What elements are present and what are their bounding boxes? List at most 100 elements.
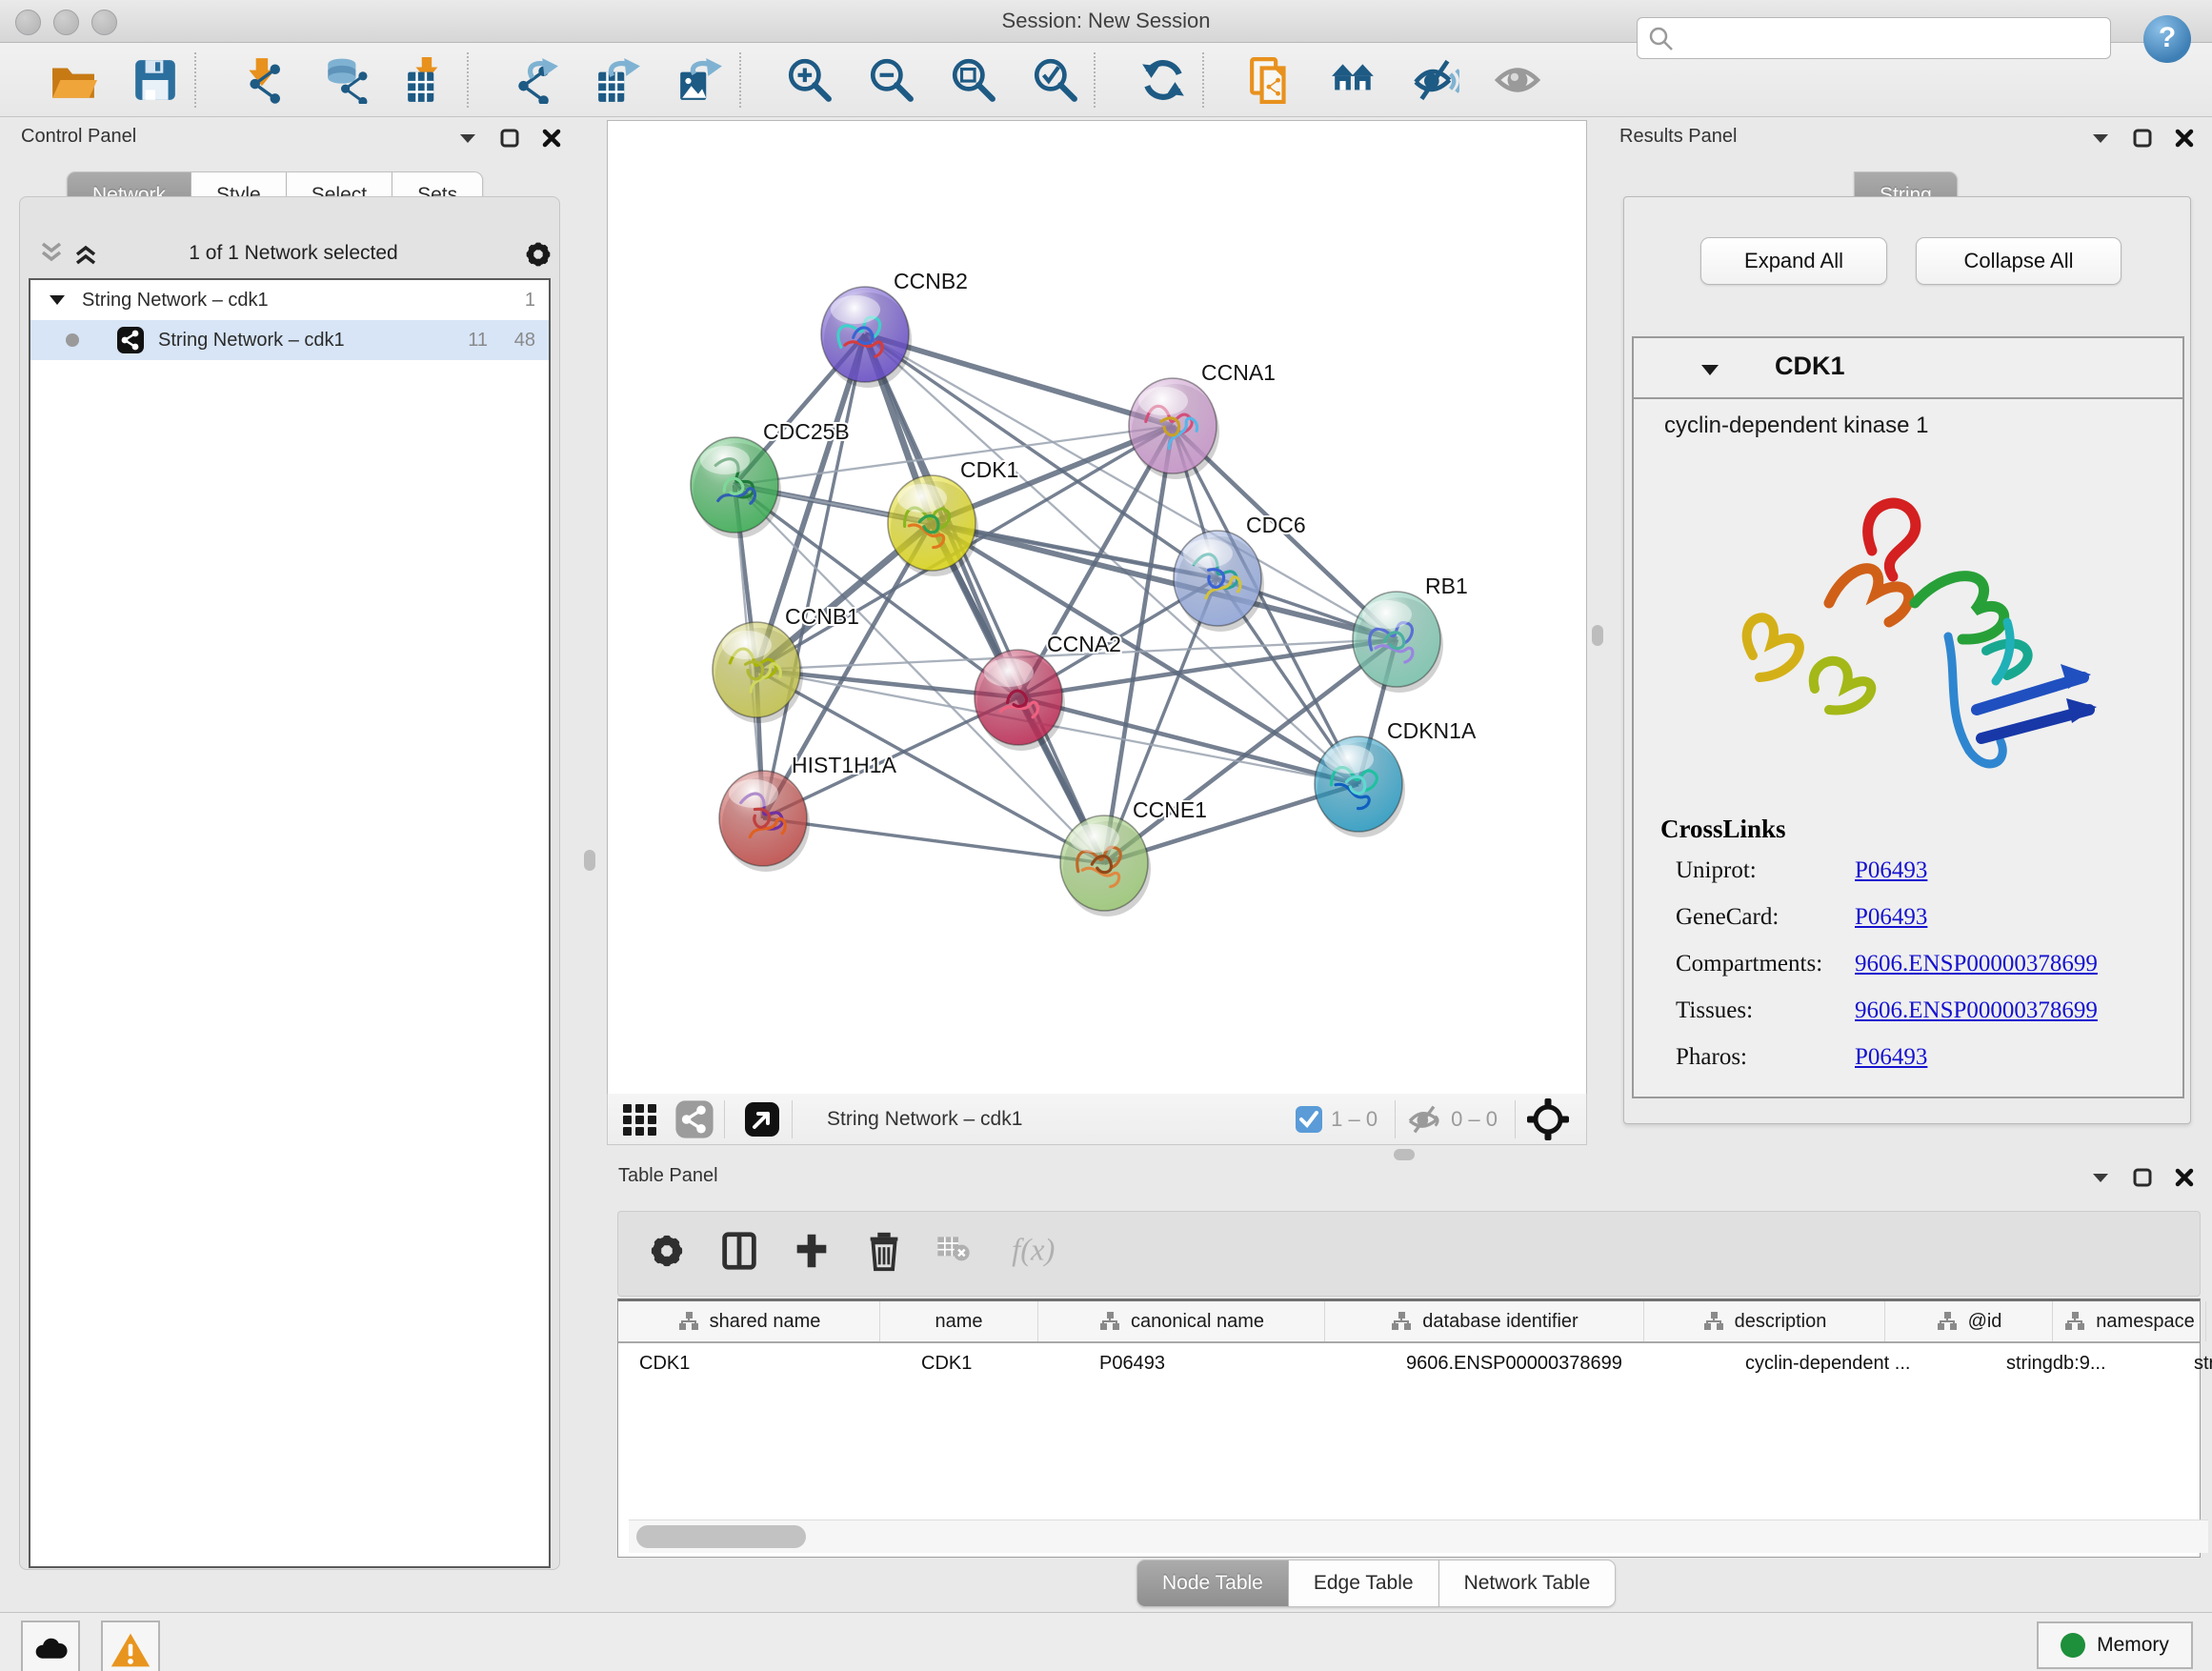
- collapse-panel-icon[interactable]: [2090, 1167, 2111, 1188]
- close-panel-icon[interactable]: [541, 128, 562, 149]
- export-network-icon[interactable]: [513, 56, 560, 104]
- float-panel-icon[interactable]: [2132, 128, 2153, 149]
- selected-checkbox-icon[interactable]: [1295, 1105, 1323, 1134]
- trash-icon[interactable]: [862, 1229, 912, 1278]
- column-header-name[interactable]: name: [880, 1301, 1038, 1341]
- column-header-shared-name[interactable]: shared name: [618, 1301, 880, 1341]
- tab-edge-table[interactable]: Edge Table: [1289, 1560, 1439, 1607]
- hidden-eye-slash-icon[interactable]: [1405, 1100, 1443, 1138]
- column-header-database-identifier[interactable]: database identifier: [1325, 1301, 1644, 1341]
- svg-text:HIST1H1A: HIST1H1A: [792, 753, 897, 777]
- tab-node-table[interactable]: Node Table: [1136, 1560, 1289, 1607]
- collapse-all-button[interactable]: Collapse All: [1916, 237, 2122, 285]
- close-panel-icon[interactable]: [2174, 1167, 2195, 1188]
- column-header--id[interactable]: @id: [1885, 1301, 2053, 1341]
- open-session-icon[interactable]: [50, 56, 97, 104]
- crosslink-link[interactable]: P06493: [1855, 904, 1927, 931]
- fit-selection-crosshair-icon[interactable]: [1525, 1097, 1571, 1142]
- network-tree: String Network – cdk1 1 String Network –…: [29, 278, 551, 1568]
- node-details-scroll-area[interactable]: CDK1 cyclin-dependent kinase 1: [1632, 336, 2184, 1098]
- column-header-canonical-name[interactable]: canonical name: [1038, 1301, 1325, 1341]
- table-cell[interactable]: CDK1: [900, 1343, 1078, 1383]
- node-entry-header[interactable]: CDK1: [1634, 338, 2182, 399]
- network-edges: [734, 334, 1397, 863]
- help-button[interactable]: ?: [2143, 15, 2191, 63]
- svg-text:CCNE1: CCNE1: [1133, 797, 1207, 822]
- network-collection-row[interactable]: String Network – cdk1 1: [30, 280, 549, 320]
- network-row-selected[interactable]: String Network – cdk1 11 48: [30, 320, 549, 360]
- eye-gray-icon[interactable]: [1494, 56, 1541, 104]
- export-image-icon[interactable]: [676, 56, 724, 104]
- column-header-namespace[interactable]: namespace: [2053, 1301, 2206, 1341]
- toolbar-separator: [792, 1100, 793, 1138]
- import-table-icon[interactable]: [404, 56, 452, 104]
- table-cell[interactable]: P06493: [1078, 1343, 1385, 1383]
- float-panel-icon[interactable]: [499, 128, 520, 149]
- float-panel-icon[interactable]: [2132, 1167, 2153, 1188]
- table-cell[interactable]: cyclin-dependent ...: [1724, 1343, 1985, 1383]
- crosslink-link[interactable]: 9606.ENSP00000378699: [1855, 997, 2098, 1024]
- close-panel-icon[interactable]: [2174, 128, 2195, 149]
- zoom-in-icon[interactable]: [785, 56, 833, 104]
- collapse-panel-icon[interactable]: [2090, 128, 2111, 149]
- column-header-description[interactable]: description: [1644, 1301, 1885, 1341]
- import-network-icon[interactable]: [240, 56, 288, 104]
- refresh-icon[interactable]: [1139, 56, 1187, 104]
- table-cell[interactable]: 9606.ENSP00000378699: [1385, 1343, 1724, 1383]
- export-table-icon[interactable]: [594, 56, 642, 104]
- houses-icon[interactable]: [1330, 56, 1377, 104]
- documents-share-icon[interactable]: [1248, 56, 1296, 104]
- save-session-icon[interactable]: [131, 56, 179, 104]
- zoom-selected-icon[interactable]: [1031, 56, 1078, 104]
- crosslink-link[interactable]: P06493: [1855, 857, 1927, 884]
- table-row[interactable]: CDK1CDK1P064939606.ENSP00000378699cyclin…: [618, 1343, 2200, 1383]
- column-label: description: [1735, 1311, 1827, 1333]
- cloud-status-button[interactable]: [21, 1621, 80, 1671]
- selected-node-edge-count: 1 – 0: [1331, 1107, 1377, 1132]
- gear-icon[interactable]: [645, 1229, 694, 1278]
- toolbar-separator: [1515, 1100, 1516, 1138]
- node-table[interactable]: shared name name canonical name database…: [617, 1299, 2201, 1558]
- right-splitter-handle[interactable]: [1592, 625, 1603, 646]
- search-field[interactable]: [1637, 17, 2111, 59]
- table-panel-header-icons: [2090, 1167, 2195, 1188]
- plus-icon[interactable]: [790, 1229, 839, 1278]
- network-options-gear-icon[interactable]: [522, 238, 554, 271]
- network-share-icon[interactable]: [674, 1099, 714, 1139]
- crosslink-label: Uniprot:: [1676, 857, 1855, 884]
- svg-text:CDK1: CDK1: [960, 457, 1018, 482]
- crosslink-link[interactable]: P06493: [1855, 1044, 1927, 1071]
- column-label: database identifier: [1422, 1311, 1578, 1333]
- table-horizontal-scrollbar[interactable]: [629, 1520, 2208, 1553]
- search-input[interactable]: [1679, 20, 2102, 54]
- left-splitter-handle[interactable]: [584, 850, 595, 871]
- warning-status-button[interactable]: [101, 1621, 160, 1671]
- zoom-fit-icon[interactable]: [949, 56, 996, 104]
- network-edge-count: 48: [514, 330, 535, 352]
- toolbar-separator: [1395, 1100, 1396, 1138]
- results-panel-header-icons: [2090, 128, 2195, 149]
- entry-expander-icon[interactable]: [1699, 359, 1721, 382]
- scrollbar-thumb[interactable]: [636, 1525, 806, 1548]
- collapse-panel-icon[interactable]: [457, 128, 478, 149]
- memory-button[interactable]: Memory: [2037, 1621, 2193, 1669]
- expand-all-button[interactable]: Expand All: [1700, 237, 1887, 285]
- zoom-out-icon[interactable]: [867, 56, 915, 104]
- table-cell[interactable]: stringdb: [2173, 1343, 2212, 1383]
- shared-column-icon: [1390, 1310, 1413, 1333]
- tree-expander-icon[interactable]: [48, 291, 67, 310]
- eye-crossed-icon[interactable]: [1412, 56, 1459, 104]
- open-in-new-window-icon[interactable]: [742, 1099, 782, 1139]
- control-panel-title: Control Panel: [21, 126, 136, 148]
- table-cell[interactable]: CDK1: [618, 1343, 900, 1383]
- columns-icon[interactable]: [717, 1229, 767, 1278]
- table-cell[interactable]: stringdb:9...: [1985, 1343, 2173, 1383]
- birdseye-grid-icon[interactable]: [619, 1098, 661, 1140]
- network-canvas[interactable]: CCNB2 CCNA1 CDC25B CDK1 CDC6: [607, 120, 1587, 1096]
- network-row-label: String Network – cdk1: [158, 330, 345, 352]
- svg-text:CCNB2: CCNB2: [894, 269, 968, 293]
- import-database-icon[interactable]: [322, 56, 370, 104]
- crosslink-link[interactable]: 9606.ENSP00000378699: [1855, 951, 2098, 977]
- tab-network-table[interactable]: Network Table: [1439, 1560, 1617, 1607]
- string-network-graph[interactable]: CCNB2 CCNA1 CDC25B CDK1 CDC6: [608, 121, 1584, 1093]
